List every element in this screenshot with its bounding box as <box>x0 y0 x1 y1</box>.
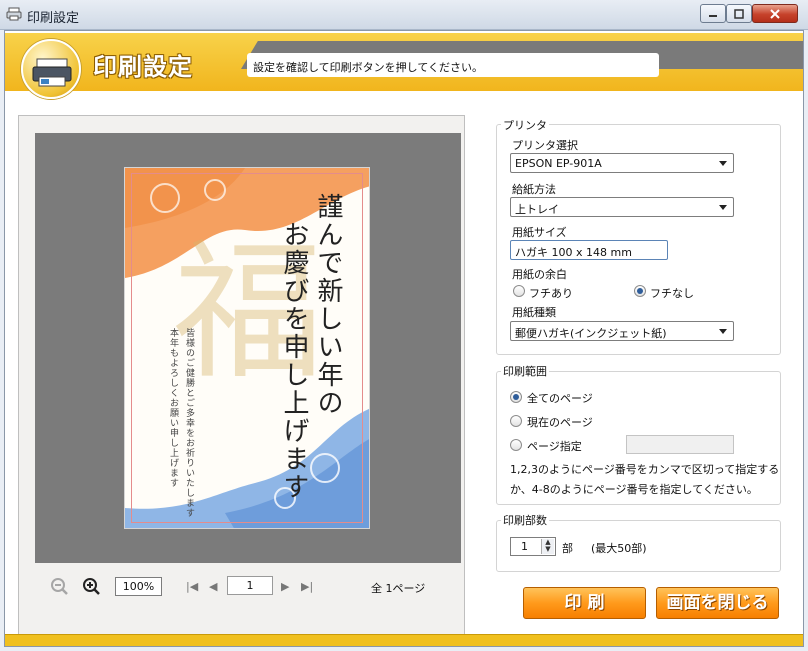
instruction-message: 設定を確認して印刷ボタンを押してください。 <box>247 53 659 77</box>
all-pages-radio[interactable] <box>510 391 522 403</box>
margin-with-label[interactable]: フチあり <box>529 285 573 301</box>
paper-feed-value: 上トレイ <box>515 203 559 216</box>
page-spec-note-line1: 1,2,3のようにページ番号をカンマで区切って指定する <box>510 463 780 476</box>
printer-app-icon <box>6 7 22 21</box>
printer-logo-icon <box>21 39 81 99</box>
current-page-radio[interactable] <box>510 415 522 427</box>
printer-select-label: プリンタ選択 <box>512 139 578 152</box>
paper-feed-label: 給紙方法 <box>512 183 556 196</box>
close-button[interactable] <box>752 4 798 23</box>
last-page-icon[interactable]: ▶| <box>301 580 313 593</box>
greeting-line-1: 謹んで新しい年の <box>313 193 343 417</box>
prev-page-icon[interactable]: ◀ <box>209 580 217 593</box>
page-spec-input[interactable] <box>626 435 734 454</box>
next-page-icon[interactable]: ▶ <box>281 580 289 593</box>
minimize-button[interactable] <box>700 4 726 23</box>
copies-max: (最大50部) <box>591 542 647 555</box>
minimize-icon <box>709 14 717 17</box>
printer-group-legend: プリンタ <box>501 117 549 133</box>
footer-band <box>5 634 803 646</box>
page-number-field[interactable]: 1 <box>227 576 273 595</box>
total-pages-label: 全 1ページ <box>371 582 426 595</box>
dialog-body: 設定を確認して印刷ボタンを押してください。 印刷設定 福 謹んで新しい年の お慶… <box>4 30 804 647</box>
print-range-legend: 印刷範囲 <box>501 363 549 379</box>
margin-without-radio[interactable] <box>634 285 646 297</box>
all-pages-label[interactable]: 全てのページ <box>527 390 593 406</box>
page-spec-note-line2: か、4-8のようにページ番号を指定してください。 <box>510 483 758 496</box>
page-spec-label[interactable]: ページ指定 <box>527 438 582 454</box>
chevron-down-icon <box>719 329 727 334</box>
margin-without-label[interactable]: フチなし <box>650 285 694 301</box>
printer-select[interactable]: EPSON EP-901A <box>510 153 734 173</box>
paper-size-value: ハガキ 100 x 148 mm <box>515 246 632 259</box>
close-screen-button[interactable]: 画面を閉じる <box>656 587 779 619</box>
zoom-in-icon[interactable] <box>81 576 103 598</box>
zoom-level-field[interactable]: 100% <box>115 577 162 596</box>
spin-arrows-icon[interactable]: ▲ ▼ <box>541 539 554 554</box>
printer-select-value: EPSON EP-901A <box>515 157 602 170</box>
paper-type-label: 用紙種類 <box>512 306 556 319</box>
postcard-preview: 福 謹んで新しい年の お慶びを申し上げます 皆様のご健勝とご多幸をお祈りいたしま… <box>124 167 370 529</box>
window-title: 印刷設定 <box>27 11 80 26</box>
margin-with-radio[interactable] <box>513 285 525 297</box>
margin-label: 用紙の余白 <box>512 268 567 281</box>
page-title: 印刷設定 <box>93 53 193 81</box>
copies-value: 1 <box>521 540 528 553</box>
copies-unit: 部 <box>562 542 573 555</box>
zoom-out-icon[interactable] <box>49 576 71 598</box>
page-spec-radio[interactable] <box>510 439 522 451</box>
maximize-button[interactable] <box>726 4 752 23</box>
paper-size-field[interactable]: ハガキ 100 x 148 mm <box>510 240 668 260</box>
maximize-icon <box>734 8 744 19</box>
paper-type-value: 郵便ハガキ(インクジェット紙) <box>515 327 667 340</box>
message-line-1: 皆様のご健勝とご多幸をお祈りいたします <box>184 328 194 518</box>
paper-type-select[interactable]: 郵便ハガキ(インクジェット紙) <box>510 321 734 341</box>
copies-stepper[interactable]: 1 ▲ ▼ <box>510 537 556 556</box>
print-button[interactable]: 印 刷 <box>523 587 646 619</box>
copies-legend: 印刷部数 <box>501 512 549 528</box>
close-icon <box>770 8 780 19</box>
current-page-label[interactable]: 現在のページ <box>527 414 593 430</box>
paper-size-label: 用紙サイズ <box>512 226 567 239</box>
paper-feed-select[interactable]: 上トレイ <box>510 197 734 217</box>
first-page-icon[interactable]: |◀ <box>186 580 198 593</box>
chevron-down-icon <box>719 161 727 166</box>
title-bar: 印刷設定 <box>0 0 808 30</box>
chevron-down-icon <box>719 205 727 210</box>
greeting-line-2: お慶びを申し上げます <box>279 221 309 501</box>
message-line-2: 本年もよろしくお願い申し上げます <box>168 328 178 488</box>
